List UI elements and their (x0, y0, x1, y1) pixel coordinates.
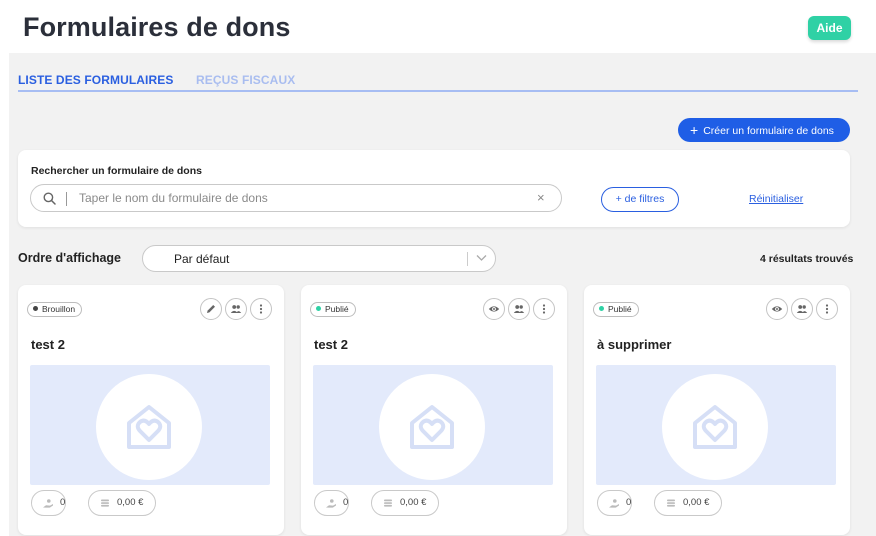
plus-icon: + (690, 122, 699, 138)
search-label: Rechercher un formulaire de dons (31, 165, 202, 177)
status-label: Publié (325, 304, 349, 314)
placeholder-circle (96, 374, 202, 480)
chevron-down-icon (476, 255, 487, 261)
sort-separator (467, 252, 468, 266)
amount-collected: 0,00 € (88, 490, 156, 516)
eye-icon (488, 303, 500, 315)
more-icon (821, 303, 833, 315)
placeholder-circle (379, 374, 485, 480)
status-badge: Brouillon (27, 302, 83, 317)
card-image-placeholder (30, 365, 270, 485)
donors-value: 0 (60, 497, 66, 508)
status-label: Brouillon (42, 304, 76, 314)
tab-bar: LISTE DES FORMULAIRES REÇUS FISCAUX (18, 71, 858, 92)
edit-button[interactable] (200, 298, 222, 320)
amount-value: 0,00 € (683, 497, 710, 508)
page-title: Formulaires de dons (23, 12, 291, 42)
placeholder-circle (662, 374, 768, 480)
status-badge: Publié (310, 302, 356, 317)
sort-label: Ordre d'affichage (18, 251, 121, 265)
more-filters-button[interactable]: + de filtres (601, 187, 679, 212)
donors-count: 0 (31, 490, 66, 516)
users-button[interactable] (791, 298, 813, 320)
search-separator (66, 192, 67, 206)
amount-collected: 0,00 € (654, 490, 722, 516)
donors-value: 0 (626, 497, 632, 508)
more-options-button[interactable] (816, 298, 838, 320)
coins-icon (99, 497, 111, 509)
users-button[interactable] (225, 298, 247, 320)
house-heart-icon (689, 401, 741, 453)
tab-tax-receipts[interactable]: REÇUS FISCAUX (196, 73, 295, 87)
status-label: Publié (608, 304, 632, 314)
coins-icon (382, 497, 394, 509)
house-heart-icon (123, 401, 175, 453)
donation-hand-icon (608, 497, 620, 509)
eye-icon (771, 303, 783, 315)
donation-hand-icon (42, 497, 54, 509)
users-icon (513, 303, 525, 315)
reset-link[interactable]: Réinitialiser (749, 193, 803, 205)
status-badge: Publié (593, 302, 639, 317)
create-form-button[interactable]: + Créer un formulaire de dons (678, 118, 850, 142)
page-header: Formulaires de dons Aide (0, 0, 876, 53)
card-image-placeholder (596, 365, 836, 485)
form-card[interactable]: Publié test 2 0 0,00 € (301, 285, 567, 535)
sort-select[interactable]: Par défaut (142, 245, 496, 272)
search-box: × (30, 184, 562, 212)
search-panel: Rechercher un formulaire de dons × + de … (18, 150, 850, 227)
users-icon (230, 303, 242, 315)
sort-selected-value: Par défaut (174, 252, 230, 266)
more-icon (538, 303, 550, 315)
help-button[interactable]: Aide (808, 16, 851, 40)
clear-icon[interactable]: × (537, 190, 545, 205)
card-image-placeholder (313, 365, 553, 485)
tab-form-list[interactable]: LISTE DES FORMULAIRES (18, 73, 173, 87)
coins-icon (665, 497, 677, 509)
main-content: LISTE DES FORMULAIRES REÇUS FISCAUX + Cré… (9, 53, 876, 536)
more-options-button[interactable] (250, 298, 272, 320)
edit-icon (205, 303, 217, 315)
card-title[interactable]: test 2 (31, 337, 65, 352)
form-card[interactable]: Publié à supprimer 0 0,00 € (584, 285, 850, 535)
users-icon (796, 303, 808, 315)
amount-value: 0,00 € (400, 497, 427, 508)
form-card[interactable]: Brouillon test 2 0 0,00 € (18, 285, 284, 535)
search-icon (43, 192, 56, 205)
search-input[interactable] (79, 188, 529, 208)
donors-value: 0 (343, 497, 349, 508)
card-title[interactable]: à supprimer (597, 337, 671, 352)
status-dot (33, 306, 38, 311)
status-dot (599, 306, 604, 311)
users-button[interactable] (508, 298, 530, 320)
more-icon (255, 303, 267, 315)
amount-value: 0,00 € (117, 497, 144, 508)
create-form-label: Créer un formulaire de dons (703, 125, 834, 137)
preview-button[interactable] (766, 298, 788, 320)
donors-count: 0 (314, 490, 349, 516)
results-count: 4 résultats trouvés (760, 253, 854, 265)
card-title[interactable]: test 2 (314, 337, 348, 352)
donors-count: 0 (597, 490, 632, 516)
amount-collected: 0,00 € (371, 490, 439, 516)
house-heart-icon (406, 401, 458, 453)
preview-button[interactable] (483, 298, 505, 320)
donation-hand-icon (325, 497, 337, 509)
status-dot (316, 306, 321, 311)
more-options-button[interactable] (533, 298, 555, 320)
